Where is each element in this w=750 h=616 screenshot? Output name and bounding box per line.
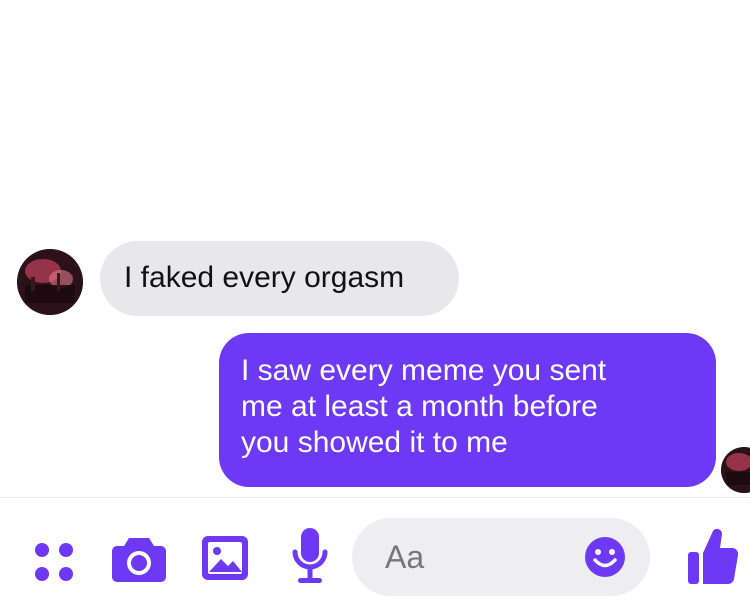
sent-message-bubble[interactable]: I saw every meme you sent me at least a … [219, 333, 716, 487]
received-message-bubble[interactable]: I faked every orgasm [100, 241, 459, 316]
camera-icon[interactable] [112, 536, 166, 582]
read-receipt-avatar [721, 447, 750, 493]
thumbs-up-icon[interactable] [688, 526, 738, 586]
chat-screen: I faked every orgasm I saw every meme yo… [0, 0, 750, 616]
contact-avatar[interactable] [17, 249, 83, 315]
sent-message-line: you showed it to me [241, 426, 508, 459]
apps-icon[interactable] [34, 542, 74, 582]
message-input-placeholder: Aa [385, 539, 425, 575]
avatar-image [721, 447, 750, 493]
avatar-image [17, 249, 83, 315]
image-icon[interactable] [202, 536, 248, 580]
sent-message-line: me at least a month before [241, 390, 598, 423]
sent-message-line: I saw every meme you sent [241, 354, 607, 387]
message-input[interactable]: Aa [352, 518, 650, 596]
received-message-text: I faked every orgasm [124, 261, 405, 294]
emoji-icon[interactable] [585, 537, 625, 577]
message-composer: Aa [0, 498, 750, 616]
microphone-icon[interactable] [292, 528, 328, 586]
